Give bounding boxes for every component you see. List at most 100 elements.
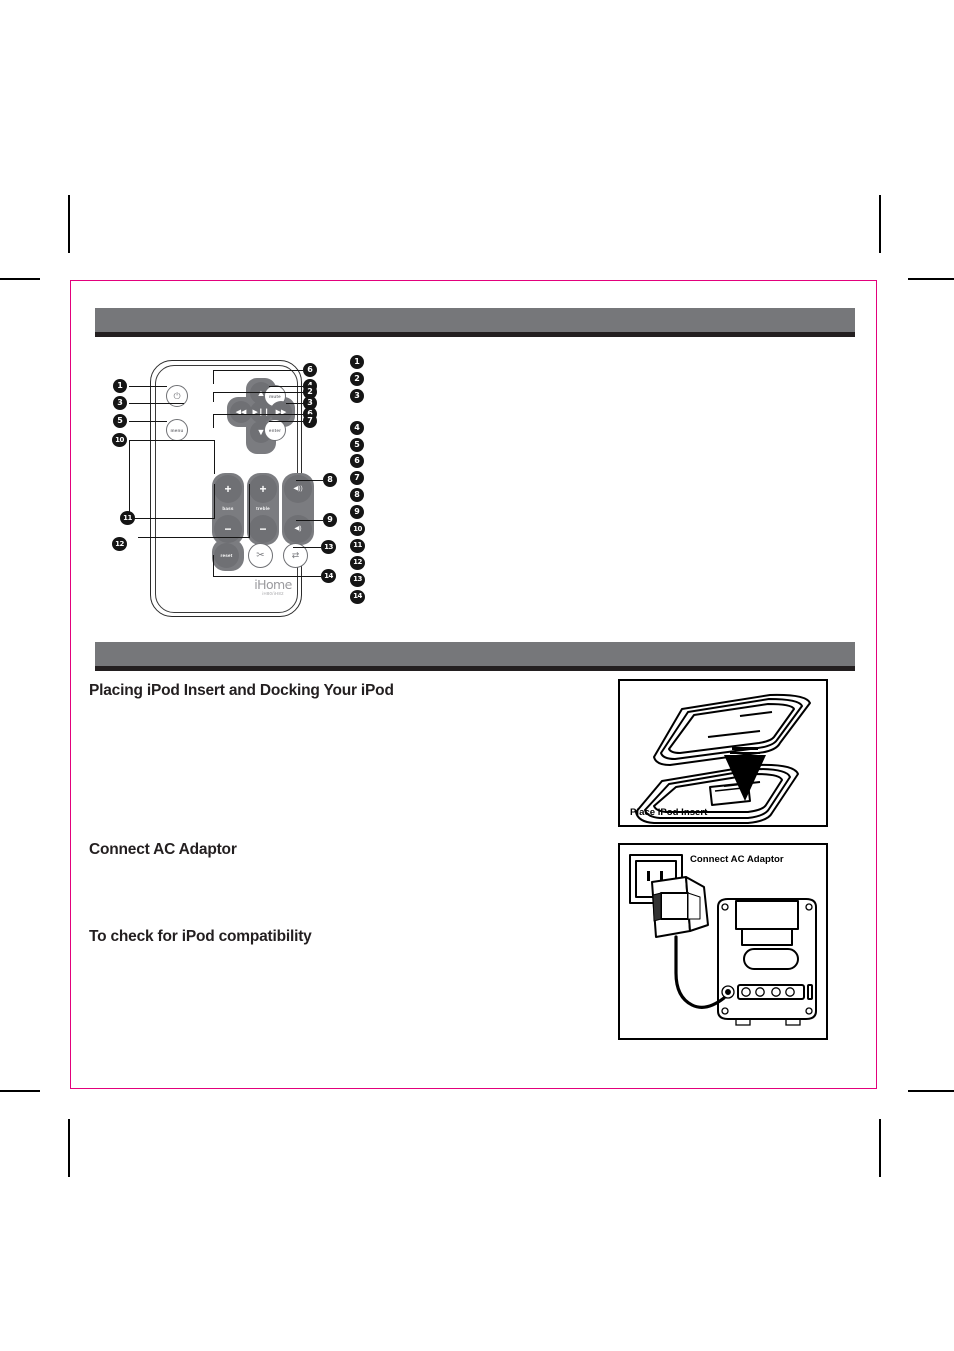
minus-icon: − <box>224 522 232 536</box>
shuffle-icon: ✂ <box>256 549 265 561</box>
leader-line <box>249 484 251 537</box>
legend-item: 6 <box>350 454 530 469</box>
reset-button[interactable]: reset <box>214 543 239 568</box>
callout-7-enter: 7 <box>303 414 317 428</box>
callout-14-shuffle: 14 <box>321 569 336 583</box>
crop-mark-bottom-left-horizontal <box>0 1090 40 1092</box>
callout-6-up: 6 <box>303 363 317 377</box>
callout-9-volume-down: 9 <box>323 513 337 527</box>
power-icon: ⏻ <box>173 390 181 401</box>
leader-line <box>214 484 216 518</box>
leader-line <box>129 403 184 405</box>
menu-button[interactable]: menu <box>166 419 188 441</box>
treble-up-button[interactable]: + <box>249 475 277 503</box>
remote-body: ⏻ ▲ mute ◀◀ ▶❙❙ ▶▶ menu ▼ enter + <box>150 360 314 617</box>
enter-label: enter <box>268 427 282 433</box>
remote-control-figure: ⏻ ▲ mute ◀◀ ▶❙❙ ▶▶ menu ▼ enter + <box>103 352 363 622</box>
legend-item: 2 <box>350 371 530 386</box>
shuffle-button[interactable]: ✂ <box>248 543 273 568</box>
heading-ipod-compatibility: To check for iPod compatibility <box>89 928 312 945</box>
heading-connect-ac-adaptor: Connect AC Adaptor <box>89 841 237 858</box>
leader-line <box>293 547 321 549</box>
leader-line <box>269 421 303 423</box>
volume-up-icon: ◀)) <box>293 484 303 492</box>
leader-line <box>213 370 303 372</box>
treble-label: treble <box>256 506 270 511</box>
treble-down-button[interactable]: − <box>249 515 277 543</box>
crop-mark-top-right-horizontal <box>908 278 954 280</box>
minus-icon: − <box>259 522 267 536</box>
menu-label: menu <box>170 427 184 433</box>
legend-spacer <box>350 406 530 421</box>
callout-8-volume-up: 8 <box>323 473 337 487</box>
figure-caption-connect-ac-adaptor: Connect AC Adaptor <box>690 854 784 865</box>
crop-mark-top-left-horizontal <box>0 278 40 280</box>
leader-line <box>213 576 321 578</box>
legend-item: 7 <box>350 471 530 486</box>
legend-bullet: 5 <box>350 437 364 452</box>
rewind-button[interactable]: ◀◀ <box>230 401 252 423</box>
callout-1-power: 1 <box>113 379 127 393</box>
leader-line <box>213 370 215 384</box>
mute-label: mute <box>269 393 281 399</box>
heading-placing-ipod-insert: Placing iPod Insert and Docking Your iPo… <box>89 682 394 699</box>
plus-icon: + <box>259 482 267 496</box>
figure-caption-place-ipod-insert: Place iPod Insert <box>630 807 708 818</box>
legend-bullet: 12 <box>350 555 365 570</box>
place-ipod-insert-illustration <box>635 693 811 824</box>
crop-mark-bottom-right-horizontal <box>908 1090 954 1092</box>
plus-icon: + <box>224 482 232 496</box>
bass-up-button[interactable]: + <box>214 475 242 503</box>
enter-button[interactable]: enter <box>264 419 286 441</box>
callout-3-rewind: 3 <box>113 396 127 410</box>
leader-line <box>213 392 215 402</box>
legend-bullet: 14 <box>350 589 365 604</box>
legend-bullet: 10 <box>350 522 365 537</box>
volume-down-icon: ◀) <box>294 524 302 532</box>
legend-item: 13 <box>350 572 530 587</box>
leader-line <box>269 386 303 388</box>
legend-item: 8 <box>350 488 530 503</box>
leader-line <box>129 421 167 423</box>
legend-bullet: 1 <box>350 355 364 369</box>
crop-mark-top-left-vertical <box>68 195 70 253</box>
legend-item: 12 <box>350 555 530 570</box>
legend-bullet: 6 <box>350 454 364 469</box>
leader-line <box>129 386 167 388</box>
legend-bullet: 11 <box>350 538 365 553</box>
legend-bullet: 3 <box>350 388 364 403</box>
bass-down-button[interactable]: − <box>214 515 242 543</box>
callout-11-treble: 11 <box>120 511 135 525</box>
callout-10-bass: 10 <box>112 433 127 447</box>
legend-item: 4 <box>350 420 530 435</box>
leader-line <box>286 403 303 405</box>
bass-label: bass <box>222 506 234 511</box>
legend-item: 1 <box>350 355 530 369</box>
callout-13-repeat: 13 <box>321 540 336 554</box>
leader-line <box>138 537 250 539</box>
model-number: iH80/iH82 <box>262 591 284 596</box>
legend-item: 10 <box>350 522 530 537</box>
legend-bullet: 9 <box>350 505 364 520</box>
leader-line <box>213 392 303 394</box>
section-header-bar-remote <box>95 308 855 337</box>
leader-line <box>213 555 215 577</box>
section-header-bar-setup <box>95 642 855 671</box>
figure-place-ipod-insert: Place iPod Insert <box>618 679 828 827</box>
figure-connect-ac-adaptor: Connect AC Adaptor <box>618 843 828 1040</box>
leader-line <box>296 480 323 482</box>
remote-button-legend: 1 2 3 4 5 6 7 8 9 10 11 12 13 14 <box>350 355 530 606</box>
legend-item: 5 <box>350 437 530 452</box>
connect-ac-adaptor-illustration <box>629 854 817 1026</box>
repeat-icon: ⇄ <box>291 550 300 560</box>
legend-item: 11 <box>350 538 530 553</box>
crop-mark-bottom-left-vertical <box>68 1119 70 1177</box>
leader-line <box>213 414 215 428</box>
leader-line <box>129 440 215 442</box>
legend-bullet: 8 <box>350 488 364 503</box>
leader-line <box>129 440 131 518</box>
crop-mark-top-right-vertical <box>879 195 881 253</box>
callout-12-reset: 12 <box>112 537 127 551</box>
leader-line <box>213 414 303 416</box>
leader-line <box>129 518 215 520</box>
